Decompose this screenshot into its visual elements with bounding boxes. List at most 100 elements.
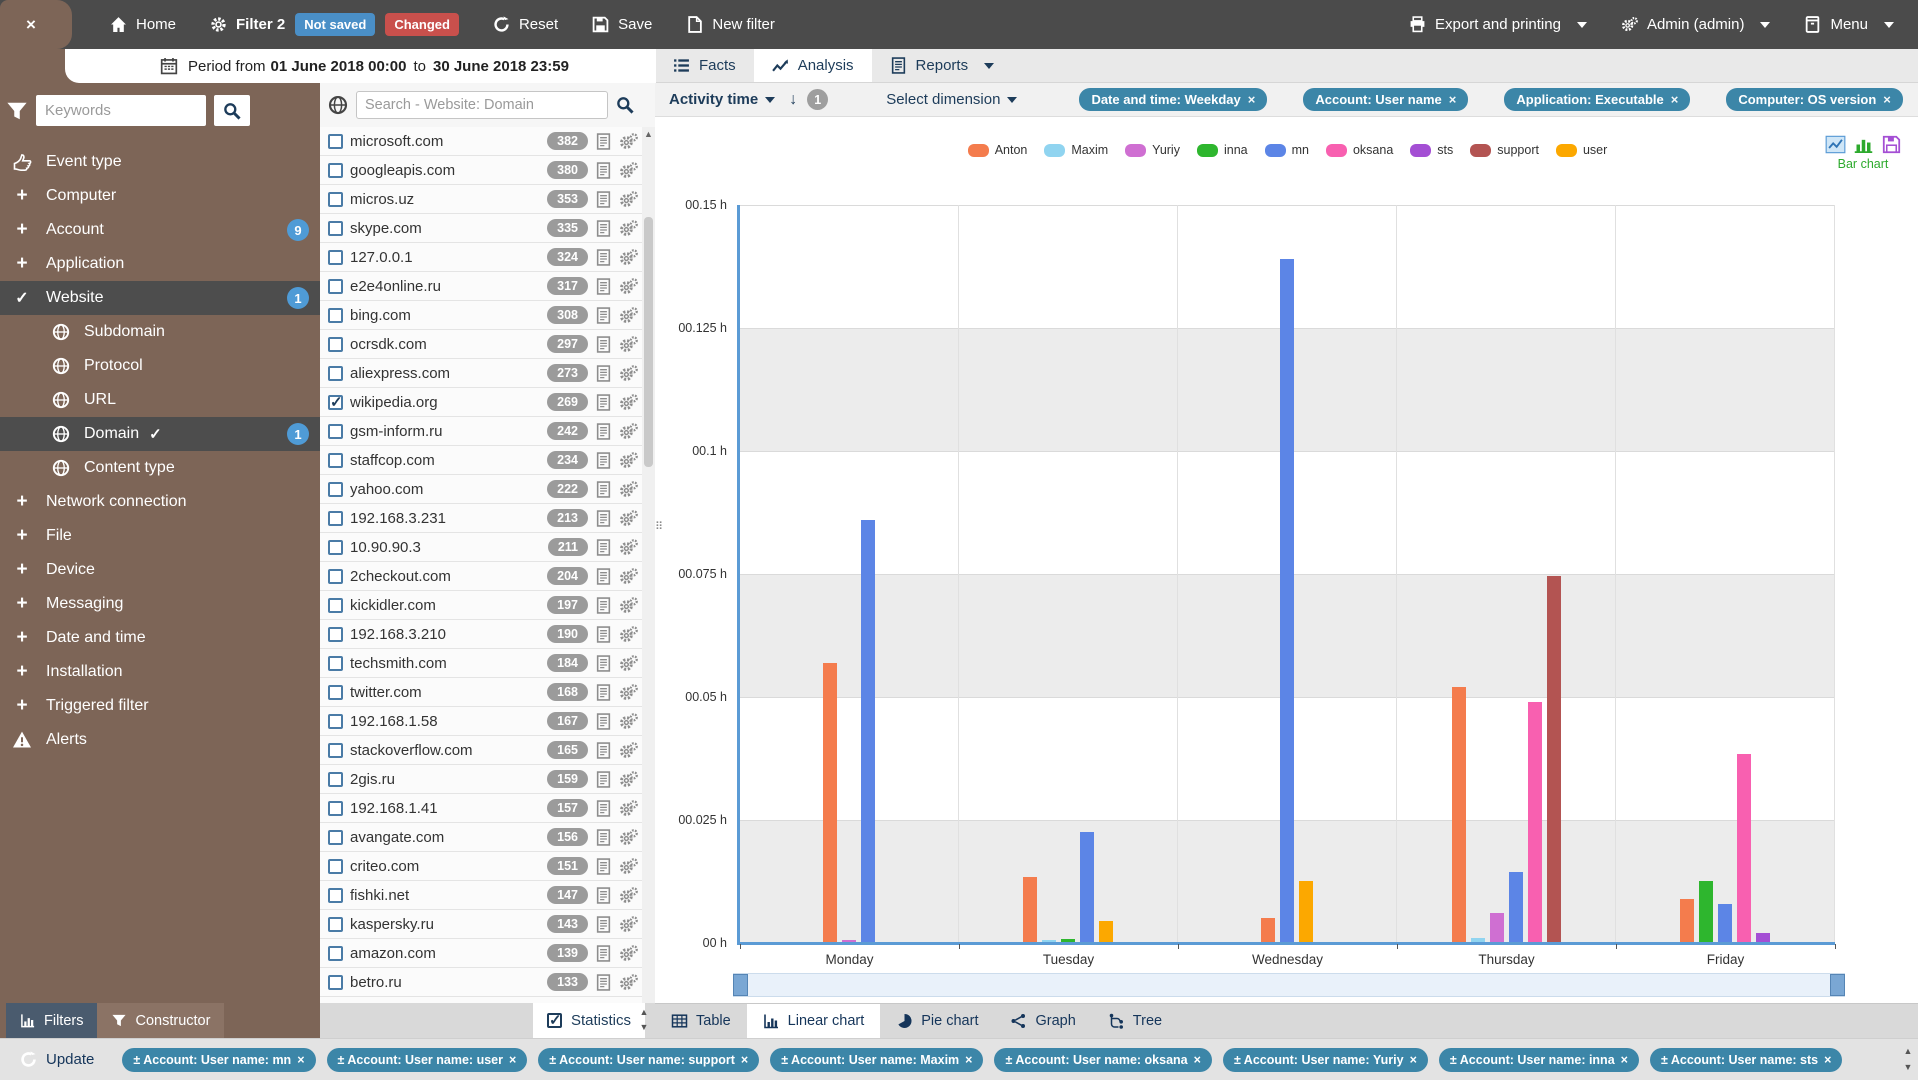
- gears-icon[interactable]: [619, 336, 638, 353]
- sidebar-item-event-type[interactable]: Event type: [0, 145, 320, 179]
- sidebar-item-account[interactable]: +Account9: [0, 213, 320, 247]
- gears-icon[interactable]: [619, 307, 638, 324]
- export-printing-menu[interactable]: Export and printing: [1409, 16, 1587, 33]
- details-icon[interactable]: [594, 655, 613, 672]
- details-icon[interactable]: [594, 626, 613, 643]
- legend-item-oksana[interactable]: oksana: [1326, 143, 1393, 157]
- gears-icon[interactable]: [619, 365, 638, 382]
- details-icon[interactable]: [594, 800, 613, 817]
- domain-row[interactable]: 192.168.1.58167: [320, 707, 642, 736]
- details-icon[interactable]: [594, 336, 613, 353]
- sidebar-item-messaging[interactable]: +Messaging: [0, 587, 320, 621]
- domain-row[interactable]: bing.com308: [320, 301, 642, 330]
- remove-chip-icon[interactable]: ×: [1248, 92, 1256, 107]
- domain-row[interactable]: wikipedia.org269: [320, 388, 642, 417]
- domain-checkbox[interactable]: [328, 830, 343, 845]
- tab-graph[interactable]: Graph: [994, 1004, 1091, 1038]
- domain-row[interactable]: 2gis.ru159: [320, 765, 642, 794]
- gears-icon[interactable]: [619, 249, 638, 266]
- tab-linear-chart[interactable]: Linear chart: [747, 1004, 881, 1038]
- tab-table[interactable]: Table: [655, 1004, 747, 1038]
- domain-row[interactable]: criteo.com151: [320, 852, 642, 881]
- gears-icon[interactable]: [619, 278, 638, 295]
- period-bar[interactable]: Period from 01 June 2018 00:00 to 30 Jun…: [65, 49, 656, 83]
- domain-checkbox[interactable]: [328, 801, 343, 816]
- details-icon[interactable]: [594, 220, 613, 237]
- sidebar-item-subdomain[interactable]: Subdomain: [0, 315, 320, 349]
- domain-checkbox[interactable]: [328, 975, 343, 990]
- legend-item-maxim[interactable]: Maxim: [1044, 143, 1108, 157]
- sidebar-item-domain[interactable]: Domain✓1: [0, 417, 320, 451]
- gears-icon[interactable]: [619, 713, 638, 730]
- domain-checkbox[interactable]: [328, 279, 343, 294]
- scroll-arrows[interactable]: ▲▼: [1901, 1043, 1915, 1075]
- save-button[interactable]: Save: [592, 16, 652, 33]
- remove-chip-icon[interactable]: ×: [741, 1053, 748, 1067]
- close-icon[interactable]: ×: [26, 15, 36, 35]
- gears-icon[interactable]: [619, 510, 638, 527]
- details-icon[interactable]: [594, 597, 613, 614]
- new-filter-button[interactable]: New filter: [686, 16, 775, 33]
- sidebar-item-installation[interactable]: +Installation: [0, 655, 320, 689]
- gears-icon[interactable]: [619, 829, 638, 846]
- chart-range-selector[interactable]: [733, 973, 1845, 997]
- admin-menu[interactable]: Admin (admin): [1621, 16, 1771, 33]
- domain-row[interactable]: skype.com335: [320, 214, 642, 243]
- sidebar-item-file[interactable]: +File: [0, 519, 320, 553]
- domain-checkbox[interactable]: [328, 163, 343, 178]
- domain-row[interactable]: amazon.com139: [320, 939, 642, 968]
- details-icon[interactable]: [594, 365, 613, 382]
- gears-icon[interactable]: [619, 626, 638, 643]
- tab-constructor[interactable]: Constructor: [97, 1003, 224, 1038]
- sidebar-item-device[interactable]: +Device: [0, 553, 320, 587]
- sidebar-item-alerts[interactable]: Alerts: [0, 723, 320, 757]
- statistics-checkbox[interactable]: [547, 1013, 562, 1028]
- sidebar-item-url[interactable]: URL: [0, 383, 320, 417]
- tab-tree[interactable]: Tree: [1092, 1004, 1178, 1038]
- details-icon[interactable]: [594, 916, 613, 933]
- sort-direction-icon[interactable]: ↓: [789, 91, 797, 109]
- domain-row[interactable]: techsmith.com184: [320, 649, 642, 678]
- gears-icon[interactable]: [619, 974, 638, 991]
- domain-row[interactable]: betro.ru133: [320, 968, 642, 997]
- legend-item-support[interactable]: support: [1470, 143, 1539, 157]
- range-handle-right[interactable]: [1830, 974, 1845, 996]
- gears-icon[interactable]: [619, 800, 638, 817]
- legend-item-yuriy[interactable]: Yuriy: [1125, 143, 1180, 157]
- gears-icon[interactable]: [619, 887, 638, 904]
- line-chart-mode-icon[interactable]: [1825, 135, 1846, 154]
- account-chip-sts[interactable]: ± Account: User name: sts×: [1650, 1048, 1842, 1072]
- domain-row[interactable]: aliexpress.com273: [320, 359, 642, 388]
- domain-checkbox[interactable]: [328, 656, 343, 671]
- dimension-chip-application-executable[interactable]: Application: Executable×: [1504, 88, 1690, 111]
- statistics-toggle[interactable]: Statistics: [533, 1003, 645, 1038]
- legend-item-inna[interactable]: inna: [1197, 143, 1248, 157]
- domain-checkbox[interactable]: [328, 743, 343, 758]
- details-icon[interactable]: [594, 771, 613, 788]
- domain-row[interactable]: avangate.com156: [320, 823, 642, 852]
- select-dimension-dropdown[interactable]: Select dimension: [886, 91, 1017, 108]
- details-icon[interactable]: [594, 713, 613, 730]
- scroll-up-icon[interactable]: ▲: [642, 129, 655, 139]
- details-icon[interactable]: [594, 887, 613, 904]
- domain-checkbox[interactable]: [328, 192, 343, 207]
- domain-checkbox[interactable]: [328, 859, 343, 874]
- details-icon[interactable]: [594, 945, 613, 962]
- details-icon[interactable]: [594, 481, 613, 498]
- sidebar-item-content-type[interactable]: Content type: [0, 451, 320, 485]
- domain-row[interactable]: micros.uz353: [320, 185, 642, 214]
- account-chip-oksana[interactable]: ± Account: User name: oksana×: [994, 1048, 1211, 1072]
- domain-checkbox[interactable]: [328, 308, 343, 323]
- dimension-chip-date-and-time-weekday[interactable]: Date and time: Weekday×: [1079, 88, 1267, 111]
- sidebar-item-protocol[interactable]: Protocol: [0, 349, 320, 383]
- domain-checkbox[interactable]: [328, 511, 343, 526]
- domain-row[interactable]: microsoft.com382: [320, 127, 642, 156]
- remove-chip-icon[interactable]: ×: [1194, 1053, 1201, 1067]
- details-icon[interactable]: [594, 307, 613, 324]
- measure-dropdown[interactable]: Activity time: [669, 91, 775, 108]
- gears-icon[interactable]: [619, 133, 638, 150]
- domain-row[interactable]: fishki.net147: [320, 881, 642, 910]
- remove-chip-icon[interactable]: ×: [1824, 1053, 1831, 1067]
- range-handle-left[interactable]: [733, 974, 748, 996]
- details-icon[interactable]: [594, 162, 613, 179]
